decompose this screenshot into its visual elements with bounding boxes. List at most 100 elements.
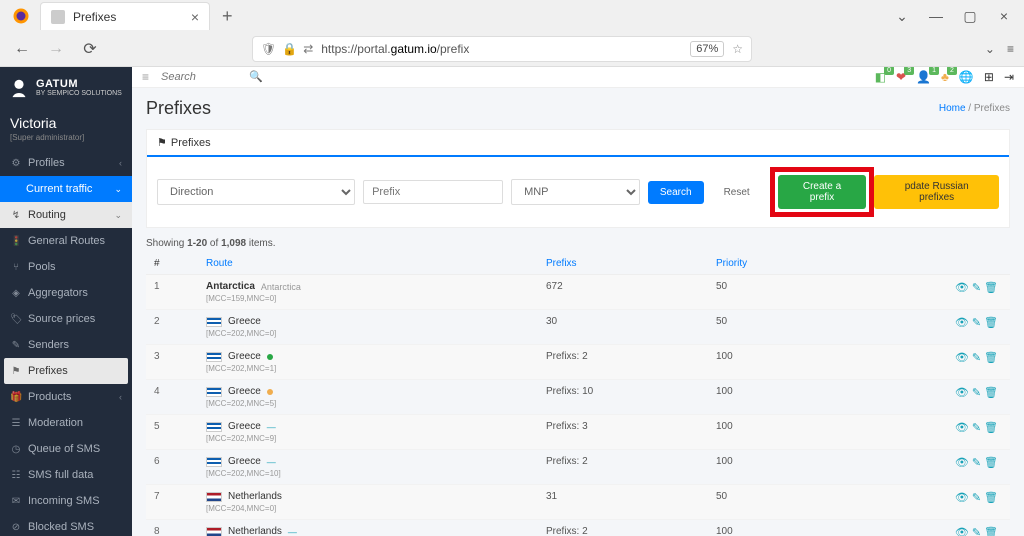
zoom-badge[interactable]: 67% — [690, 41, 724, 57]
forward-button[interactable]: → — [44, 37, 68, 61]
view-icon[interactable]: 👁 — [955, 491, 969, 504]
view-icon[interactable]: 👁 — [955, 386, 969, 399]
col-route[interactable]: Route — [206, 258, 546, 269]
delete-icon[interactable]: 🗑 — [984, 281, 998, 294]
edit-icon[interactable]: ✎ — [972, 491, 981, 504]
prefix-input[interactable] — [363, 180, 503, 204]
sidebar-item-general-routes[interactable]: 🚦General Routes — [0, 228, 132, 254]
mnp-select[interactable]: MNP — [511, 179, 640, 205]
grid-header: # Route Prefixs Priority — [146, 253, 1010, 275]
search-icon[interactable]: 🔍 — [249, 70, 263, 83]
delete-icon[interactable]: 🗑 — [984, 316, 998, 329]
sidebar-item-queue[interactable]: ◷Queue of SMS — [0, 436, 132, 462]
minimize-icon[interactable]: — — [922, 2, 950, 30]
sidebar-item-incoming[interactable]: ✉Incoming SMS — [0, 488, 132, 514]
chevron-down-icon[interactable]: ⌄ — [888, 2, 916, 30]
view-icon[interactable]: 👁 — [955, 316, 969, 329]
menu-toggle-icon[interactable]: ≡ — [142, 70, 149, 84]
status-badge-3[interactable]: 👤1 — [916, 70, 931, 84]
route-name: Greece — [228, 386, 261, 397]
cell-route: Greece [MCC=202,MNC=1] — [206, 351, 546, 373]
sidebar-item-prefixes[interactable]: ⚑Prefixes — [4, 358, 128, 384]
view-icon[interactable]: 👁 — [955, 456, 969, 469]
tab-close-icon[interactable]: × — [191, 9, 199, 25]
cell-actions: 👁 ✎ 🗑 — [856, 281, 1010, 294]
country-flag-icon — [206, 492, 222, 502]
topbar: ≡ 🔍 ◧0 ❤3 👤1 ♣2 🌐 ⊞ ⇥ — [132, 67, 1024, 88]
clock-icon: ◷ — [10, 444, 22, 455]
status-badge-2[interactable]: ❤3 — [896, 70, 906, 84]
sidebar-item-current-traffic[interactable]: Current traffic⌄ — [0, 176, 132, 202]
star-icon[interactable]: ☆ — [732, 42, 743, 56]
status-badge-4[interactable]: ♣2 — [941, 70, 949, 84]
database-icon: ☷ — [10, 470, 22, 481]
close-window-icon[interactable]: × — [990, 2, 1018, 30]
edit-icon[interactable]: ✎ — [972, 456, 981, 469]
table-row: 1 AntarcticaAntarctica [MCC=159,MNC=0] 6… — [146, 275, 1010, 310]
new-tab-button[interactable]: + — [214, 6, 241, 27]
search-button[interactable]: Search — [648, 181, 704, 204]
delete-icon[interactable]: 🗑 — [984, 386, 998, 399]
create-prefix-button[interactable]: Create a prefix — [778, 175, 867, 209]
block-icon: ⊘ — [10, 522, 22, 533]
browser-chrome: Prefixes × + ⌄ — ▢ × ← → ⟳ 🛡 🔒 ⇄ https:/… — [0, 0, 1024, 67]
cell-prefixs: 30 — [546, 316, 716, 327]
logout-icon[interactable]: ⇥ — [1004, 70, 1014, 84]
flag-icon[interactable]: 🌐 — [959, 70, 974, 84]
sidebar-item-products[interactable]: 🎁Products‹ — [0, 384, 132, 410]
pocket-icon[interactable]: ⌄ — [985, 42, 995, 56]
col-priority[interactable]: Priority — [716, 258, 856, 269]
sidebar-item-routing[interactable]: ↯Routing⌄ — [0, 202, 132, 228]
send-icon: ✎ — [10, 340, 22, 351]
delete-icon[interactable]: 🗑 — [984, 456, 998, 469]
reload-button[interactable]: ⟳ — [78, 37, 102, 61]
mcc-text: [MCC=202,MNC=10] — [206, 469, 546, 478]
delete-icon[interactable]: 🗑 — [984, 421, 998, 434]
table-row: 8 Netherlands— [MCC=204,MNC=2] Prefixs: … — [146, 520, 1010, 536]
maximize-icon[interactable]: ▢ — [956, 2, 984, 30]
cell-prefixs: 672 — [546, 281, 716, 292]
delete-icon[interactable]: 🗑 — [984, 351, 998, 364]
delete-icon[interactable]: 🗑 — [984, 491, 998, 504]
cell-index: 7 — [146, 491, 206, 502]
direction-select[interactable]: Direction — [157, 179, 355, 205]
edit-icon[interactable]: ✎ — [972, 281, 981, 294]
sidebar-username: Victoria — [0, 109, 132, 133]
edit-icon[interactable]: ✎ — [972, 316, 981, 329]
cell-prefixs: Prefixs: 2 — [546, 456, 716, 467]
chevron-left-icon: ‹ — [119, 158, 122, 168]
breadcrumb-home[interactable]: Home — [939, 103, 966, 114]
sidebar-item-senders[interactable]: ✎Senders — [0, 332, 132, 358]
edit-icon[interactable]: ✎ — [972, 386, 981, 399]
col-index[interactable]: # — [146, 258, 206, 269]
browser-tab[interactable]: Prefixes × — [40, 2, 210, 30]
mcc-text: [MCC=202,MNC=5] — [206, 399, 546, 408]
col-prefixs[interactable]: Prefixs — [546, 258, 716, 269]
update-russian-button[interactable]: pdate Russian prefixes — [874, 175, 999, 209]
sidebar-item-source-prices[interactable]: 🏷Source prices — [0, 306, 132, 332]
sidebar-item-profiles[interactable]: ⚙Profiles‹ — [0, 150, 132, 176]
view-icon[interactable]: 👁 — [955, 281, 969, 294]
hamburger-menu-icon[interactable]: ≡ — [1007, 42, 1014, 56]
cell-priority: 50 — [716, 281, 856, 292]
summary-text: Showing 1-20 of 1,098 items. — [132, 234, 1024, 253]
sidebar-item-moderation[interactable]: ☰Moderation — [0, 410, 132, 436]
permissions-icon: ⇄ — [303, 42, 313, 56]
sidebar-item-blocked[interactable]: ⊘Blocked SMS — [0, 514, 132, 536]
reset-button[interactable]: Reset — [712, 181, 762, 204]
edit-icon[interactable]: ✎ — [972, 351, 981, 364]
view-icon[interactable]: 👁 — [955, 421, 969, 434]
view-icon[interactable]: 👁 — [955, 351, 969, 364]
chevron-down-icon: ⌄ — [114, 210, 122, 221]
firefox-icon — [12, 7, 30, 25]
route-name: Greece — [228, 421, 261, 432]
edit-icon[interactable]: ✎ — [972, 421, 981, 434]
status-badge-1[interactable]: ◧0 — [875, 70, 886, 84]
grid-icon[interactable]: ⊞ — [984, 70, 994, 84]
sidebar-item-pools[interactable]: ⑂Pools — [0, 254, 132, 280]
back-button[interactable]: ← — [10, 37, 34, 61]
sidebar-item-aggregators[interactable]: ◈Aggregators — [0, 280, 132, 306]
sidebar-item-sms-full[interactable]: ☷SMS full data — [0, 462, 132, 488]
address-bar[interactable]: 🛡 🔒 ⇄ https://portal.gatum.io/prefix 67%… — [252, 36, 752, 62]
cell-route: Greece [MCC=202,MNC=0] — [206, 316, 546, 338]
